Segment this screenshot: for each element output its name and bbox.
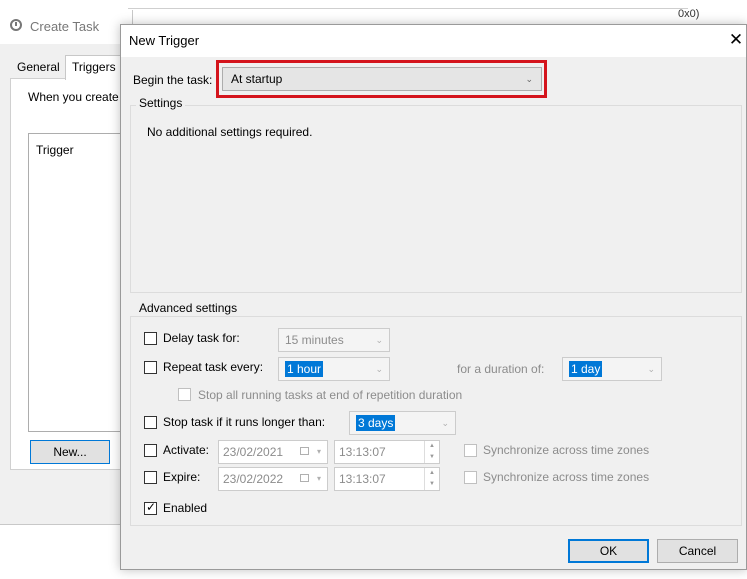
settings-caption: Settings	[136, 96, 186, 110]
expire-sync-label: Synchronize across time zones	[483, 470, 650, 484]
dialog-title: New Trigger	[129, 33, 200, 48]
stop-running-checkbox[interactable]	[178, 388, 191, 401]
tab-triggers[interactable]: Triggers	[65, 55, 123, 80]
repeat-interval-select[interactable]: 1 hour ⌄	[278, 357, 390, 381]
stop-longer-label: Stop task if it runs longer than:	[163, 415, 326, 429]
chevron-down-icon: ⌄	[375, 364, 383, 374]
expire-label: Expire:	[163, 470, 201, 484]
chevron-down-icon: ▾	[316, 474, 321, 483]
expire-time-field[interactable]: 13:13:07 ▲ ▼	[334, 467, 440, 491]
chevron-down-icon: ⌄	[441, 418, 449, 428]
background-divider	[128, 8, 688, 9]
clock-icon	[10, 19, 22, 31]
expire-time: 13:13:07	[339, 472, 386, 486]
activate-sync-checkbox[interactable]	[464, 444, 477, 457]
delay-label: Delay task for:	[163, 331, 240, 345]
ok-button[interactable]: OK	[568, 539, 649, 563]
advanced-settings-caption: Advanced settings	[136, 301, 241, 315]
stop-longer-select[interactable]: 3 days ⌄	[349, 411, 456, 435]
stray-text: 0x0)	[678, 8, 700, 20]
expire-checkbox[interactable]	[144, 471, 157, 484]
create-task-title: Create Task	[30, 19, 100, 34]
expire-date: 23/02/2022	[223, 472, 284, 486]
activate-date: 23/02/2021	[223, 445, 284, 459]
spinner-icon[interactable]: ▲ ▼	[424, 441, 439, 463]
activate-label: Activate:	[163, 443, 210, 457]
chevron-down-icon: ▾	[316, 447, 321, 456]
duration-label: for a duration of:	[457, 362, 545, 376]
repeat-checkbox[interactable]	[144, 361, 157, 374]
begin-task-label: Begin the task:	[133, 73, 213, 87]
enabled-label: Enabled	[163, 501, 208, 515]
spinner-icon[interactable]: ▲ ▼	[424, 468, 439, 490]
close-icon[interactable]: ✕	[724, 28, 747, 52]
repeat-interval-value: 1 hour	[285, 361, 324, 377]
expire-date-picker[interactable]: 23/02/2022 ▾	[218, 467, 328, 491]
activate-time: 13:13:07	[339, 445, 386, 459]
delay-checkbox[interactable]	[144, 332, 157, 345]
activate-sync-label: Synchronize across time zones	[483, 443, 650, 457]
duration-value: 1 day	[569, 361, 603, 377]
triggers-description: When you create	[28, 90, 119, 104]
delay-value: 15 minutes	[285, 333, 344, 347]
chevron-down-icon: ⌄	[647, 364, 655, 374]
settings-message: No additional settings required.	[147, 125, 313, 139]
chevron-down-icon: ⌄	[375, 335, 383, 345]
calendar-icon	[300, 447, 309, 455]
stop-longer-checkbox[interactable]	[144, 416, 157, 429]
begin-task-highlight	[216, 60, 547, 98]
expire-sync-checkbox[interactable]	[464, 471, 477, 484]
trigger-column-header[interactable]: Trigger	[36, 143, 74, 157]
cancel-button[interactable]: Cancel	[657, 539, 738, 563]
activate-checkbox[interactable]	[144, 444, 157, 457]
tab-strip: General Triggers	[10, 55, 132, 80]
delay-select[interactable]: 15 minutes ⌄	[278, 328, 390, 352]
activate-date-picker[interactable]: 23/02/2021 ▾	[218, 440, 328, 464]
repeat-label: Repeat task every:	[163, 360, 264, 374]
calendar-icon	[300, 474, 309, 482]
duration-select[interactable]: 1 day ⌄	[562, 357, 662, 381]
enabled-checkbox[interactable]	[144, 500, 157, 515]
new-trigger-button[interactable]: New...	[30, 440, 110, 464]
trigger-list[interactable]	[28, 133, 134, 432]
stop-longer-value: 3 days	[356, 415, 396, 431]
stop-running-label: Stop all running tasks at end of repetit…	[198, 388, 463, 402]
tab-general[interactable]: General	[10, 55, 67, 79]
activate-time-field[interactable]: 13:13:07 ▲ ▼	[334, 440, 440, 464]
dialog-titlebar	[121, 25, 746, 57]
